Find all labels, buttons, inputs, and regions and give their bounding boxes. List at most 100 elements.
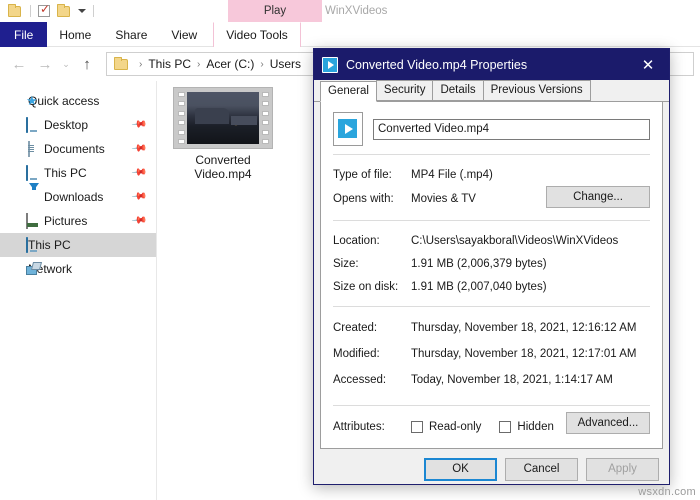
row-modified: Modified: Thursday, November 18, 2021, 1…	[333, 341, 650, 367]
tab-bar-spacer	[301, 22, 700, 46]
hidden-checkbox[interactable]	[499, 421, 512, 433]
tab-view[interactable]: View	[159, 22, 209, 47]
downloads-arrow-icon	[26, 183, 41, 204]
value-type-of-file: MP4 File (.mp4)	[411, 168, 493, 181]
dialog-title: Converted Video.mp4 Properties	[346, 57, 528, 72]
customize-caret-icon[interactable]	[75, 2, 89, 20]
dialog-general-panel: Type of file: MP4 File (.mp4) Opens with…	[320, 102, 663, 449]
tab-share[interactable]: Share	[103, 22, 159, 47]
filename-input[interactable]	[373, 118, 650, 140]
cancel-button[interactable]: Cancel	[505, 457, 578, 481]
change-button[interactable]: Change...	[546, 186, 650, 208]
divider-4	[333, 405, 650, 406]
ribbon-tab-bar: File Home Share View Video Tools	[0, 22, 700, 47]
sidebar-item-pictures[interactable]: Pictures 📌	[0, 209, 156, 233]
tab-details[interactable]: Details	[432, 80, 484, 101]
up-arrow-icon[interactable]: ↑	[74, 51, 100, 77]
row-opens-with: Opens with: Movies & TV Change...	[333, 186, 650, 212]
properties-check-icon[interactable]	[35, 2, 53, 20]
label-size: Size:	[333, 257, 359, 270]
folder-icon-breadcrumb	[113, 57, 129, 71]
apply-button: Apply	[586, 457, 659, 481]
row-type-of-file: Type of file: MP4 File (.mp4)	[333, 163, 650, 186]
desktop-monitor-icon	[26, 117, 41, 133]
readonly-checkbox-group[interactable]: Read-only	[411, 421, 481, 433]
file-item-converted-video[interactable]: Converted Video.mp4	[173, 87, 273, 181]
pin-icon[interactable]: 📌	[131, 165, 148, 181]
tab-home[interactable]: Home	[47, 22, 103, 47]
label-opens-with: Opens with:	[333, 193, 394, 205]
forward-arrow-icon[interactable]: →	[32, 51, 58, 77]
sidebar-item-downloads[interactable]: Downloads 📌	[0, 183, 156, 209]
hidden-label: Hidden	[517, 421, 554, 433]
dialog-title-bar[interactable]: Converted Video.mp4 Properties ✕	[314, 49, 669, 80]
file-name-label: Converted Video.mp4	[194, 153, 252, 181]
hidden-checkbox-group[interactable]: Hidden	[499, 421, 554, 433]
readonly-label: Read-only	[429, 421, 482, 433]
pin-icon[interactable]: 📌	[131, 141, 148, 157]
tab-video-tools[interactable]: Video Tools	[213, 22, 301, 47]
recent-locations-chevron-down-icon[interactable]: ⌄	[58, 51, 74, 77]
network-icon	[26, 262, 41, 276]
pin-icon[interactable]: 📌	[131, 213, 148, 229]
tab-previous-versions[interactable]: Previous Versions	[482, 80, 591, 101]
row-attributes: Attributes: Read-only Hidden Advanced...	[333, 412, 650, 440]
breadcrumb-separator-0: ›	[139, 58, 143, 70]
breadcrumb-item-acer-c[interactable]: Acer (C:)	[206, 57, 254, 71]
readonly-checkbox[interactable]	[411, 421, 423, 433]
divider-1	[333, 154, 650, 155]
row-accessed: Accessed: Today, November 18, 2021, 1:14…	[333, 367, 650, 393]
watermark: wsxdn.com	[638, 486, 696, 498]
toolbar-divider-2	[93, 5, 94, 17]
row-created: Created: Thursday, November 18, 2021, 12…	[333, 315, 650, 341]
breadcrumb-item-users[interactable]: Users	[270, 57, 301, 71]
value-created: Thursday, November 18, 2021, 12:16:12 AM	[411, 322, 637, 334]
row-size-on-disk: Size on disk: 1.91 MB (2,007,040 bytes)	[333, 275, 650, 298]
close-icon[interactable]: ✕	[627, 49, 669, 80]
filename-row	[333, 112, 650, 146]
navigation-pane: ★ Quick access Desktop 📌 Documents 📌 Thi…	[0, 81, 157, 500]
toolbar-divider	[30, 5, 31, 17]
row-location: Location: C:\Users\sayakboral\Videos\Win…	[333, 229, 650, 252]
mp4-file-icon	[322, 56, 338, 73]
dialog-footer: OK Cancel Apply	[314, 449, 669, 489]
new-folder-icon[interactable]	[55, 2, 73, 20]
this-pc-monitor-icon	[26, 165, 41, 181]
advanced-button[interactable]: Advanced...	[566, 412, 650, 434]
pictures-icon	[26, 213, 41, 229]
film-strip-right-icon	[260, 90, 270, 146]
video-thumbnail	[173, 87, 273, 149]
back-arrow-icon[interactable]: ←	[6, 51, 32, 77]
film-strip-left-icon	[176, 90, 186, 146]
pin-icon[interactable]: 📌	[131, 189, 148, 205]
thumbnail-image	[187, 92, 259, 144]
tab-security[interactable]: Security	[375, 80, 434, 101]
contextual-group-label: Play	[263, 5, 287, 17]
ok-button[interactable]: OK	[424, 457, 497, 481]
sidebar-item-network[interactable]: Network	[0, 257, 156, 281]
divider-2	[333, 220, 650, 221]
value-size-on-disk: 1.91 MB (2,007,040 bytes)	[411, 280, 547, 293]
value-accessed: Today, November 18, 2021, 1:14:17 AM	[411, 374, 613, 386]
documents-icon	[26, 141, 41, 157]
tab-file[interactable]: File	[0, 22, 48, 47]
sidebar-item-this-pc[interactable]: This PC	[0, 233, 156, 257]
label-type-of-file: Type of file:	[333, 168, 392, 181]
label-size-on-disk: Size on disk:	[333, 280, 399, 293]
tab-general[interactable]: General	[320, 81, 377, 102]
value-location: C:\Users\sayakboral\Videos\WinXVideos	[411, 234, 619, 247]
sidebar-item-quick-access[interactable]: ★ Quick access	[0, 89, 156, 113]
breadcrumb-item-this-pc[interactable]: This PC	[148, 57, 191, 71]
value-modified: Thursday, November 18, 2021, 12:17:01 AM	[411, 348, 637, 360]
screen: Play WinXVideos File Home Share View Vid…	[0, 0, 700, 500]
sidebar-item-this-pc-quick[interactable]: This PC 📌	[0, 161, 156, 185]
label-location: Location:	[333, 234, 380, 247]
row-size: Size: 1.91 MB (2,006,379 bytes)	[333, 252, 650, 275]
sidebar-item-desktop[interactable]: Desktop 📌	[0, 113, 156, 137]
contextual-group-play: Play	[228, 0, 322, 22]
divider-3	[333, 306, 650, 307]
label-accessed: Accessed:	[333, 374, 387, 386]
folder-icon[interactable]	[6, 2, 24, 20]
pin-icon[interactable]: 📌	[131, 117, 148, 133]
sidebar-item-documents[interactable]: Documents 📌	[0, 137, 156, 161]
